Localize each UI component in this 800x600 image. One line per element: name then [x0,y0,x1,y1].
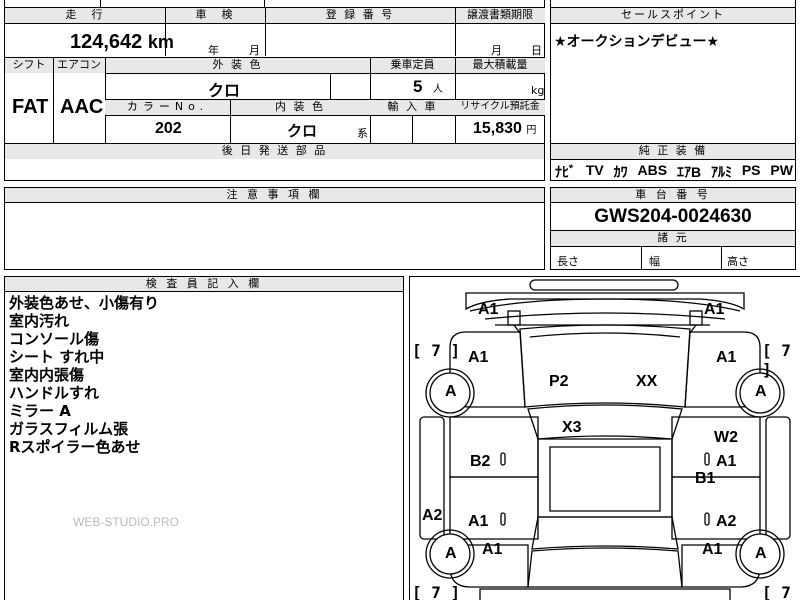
max-load-unit: kg [531,84,545,97]
mark-left-sill: A2 [422,507,443,524]
aircon-value: AAC [60,96,104,118]
wheel-front-right: A [755,383,767,400]
mark-right-front-fender: A1 [716,349,737,366]
equipment-label: 純 正 装 備 [551,144,795,159]
capacity-value: 5 [413,77,423,96]
note-line: 外装色あせ、小傷有り [9,294,160,312]
wheel-rear-right: A [755,545,767,562]
sales-point-label: セールスポイント [551,8,795,23]
equipment-item-pw: PW [770,162,793,178]
mark-front-right-corner: A1 [704,301,725,318]
transfer-day: 日 [531,44,542,57]
bracket-left-top: [ 7 ] [412,341,461,360]
mark-front-left-corner: A1 [478,301,499,318]
capacity-label: 乗車定員 [370,58,455,73]
note-line: シート すれ中 [9,348,105,366]
mark-roof: X3 [562,419,582,436]
aircon-label: エアコン [53,58,105,73]
mark-left-front-door: B2 [470,453,491,470]
mark-hood: P2 [549,373,569,390]
mark-right-rear-fender: A1 [702,541,723,558]
width-label: 幅 [649,255,660,268]
dimensions-label: 諸 元 [551,231,795,246]
later-parts-box [4,157,545,181]
height-label: 高さ [727,255,749,268]
vehicle-info-table: 走 行 車 検 登 録 番 号 譲渡書類期限 124,642 km 年 月 月 … [4,0,545,159]
color-no-value: 202 [155,120,182,137]
bracket-right-top: [ 7 ] [762,341,791,379]
recycle-unit: 円 [526,125,537,136]
wheel-rear-left: A [445,545,457,562]
inspection-label: 車 検 [165,8,265,23]
shift-value: FAT [12,96,49,118]
color-no-label: カラーNo. [105,100,230,115]
mileage-unit: km [147,32,174,52]
mark-right-rear-door: A2 [716,513,737,530]
inspection-month: 月 [249,44,260,57]
registration-label: 登 録 番 号 [265,8,455,23]
watermark: WEB-STUDIO.PRO [73,515,180,529]
caution-box: 注 意 事 項 欄 [4,187,545,270]
recycle-value: 15,830 [473,120,522,137]
equipment-item-ps: PS [741,162,761,178]
note-line: 室内汚れ [9,312,70,330]
mark-right-door-top: W2 [714,429,738,446]
interior-color-label: 内 装 色 [230,100,370,115]
inspector-notes-box: 検 査 員 記 入 欄 外装色あせ、小傷有り 室内汚れ コンソール傷 シート す… [4,276,404,600]
transfer-deadline-label: 譲渡書類期限 [455,8,545,23]
chassis-label: 車 台 番 号 [551,188,795,203]
note-line: ハンドルすれ [9,384,100,402]
shift-label: シフト [5,58,53,73]
interior-color-suffix: 系 [357,127,368,140]
equipment-item-abs: ABS [637,162,668,178]
chassis-number: GWS204-0024630 [594,206,752,227]
car-outline [419,279,791,600]
note-line: ガラスフィルム張 [9,420,129,438]
note-line: コンソール傷 [9,330,100,348]
transfer-month: 月 [491,44,502,57]
equipment-item-leather: ｶﾜ [613,164,628,180]
bracket-right-bottom: [ 7 ] [762,583,791,600]
mark-left-rear-door: A1 [468,513,489,530]
inspector-notes: 外装色あせ、小傷有り 室内汚れ コンソール傷 シート すれ中 室内内張傷 ハンド… [9,294,159,456]
equipment-item-tv: TV [585,162,604,178]
equipment-item-navi: ﾅﾋﾞ [555,164,576,180]
exterior-color-label: 外 装 色 [105,58,370,73]
mark-left-front-fender: A1 [468,349,489,366]
wheel-front-left: A [445,383,457,400]
mark-left-rear-fender: A1 [482,541,503,558]
note-line: Rスポイラー色あせ [9,438,141,456]
interior-color-value: クロ [287,123,318,140]
mileage-value: 124,642 [70,31,143,53]
note-line: 室内内張傷 [9,366,85,384]
note-line: ミラー A [9,402,71,420]
mark-hood-right: XX [636,373,658,390]
max-load-label: 最大積載量 [455,58,545,73]
inspection-year: 年 [208,44,219,57]
equipment-item-airbag: ｴｱB [676,164,702,180]
equipment-item-alloy: ｱﾙﾐ [710,164,732,180]
exterior-color-value: クロ [208,83,241,100]
recycle-label: リサイクル預託金 [455,100,545,115]
mileage-label: 走 行 [5,8,165,23]
mark-right-front-door: A1 [716,453,737,470]
capacity-unit: 人 [432,84,443,95]
equipment-list: ﾅﾋﾞ TV ｶﾜ ABS ｴｱB ｱﾙﾐ PS PW [555,162,793,182]
bracket-left-bottom: [ 7 ] [412,583,461,600]
damage-diagram: A1 A1 [ 7 ] [ 7 ] A1 A1 A A P2 XX X3 B2 … [409,276,800,600]
import-label: 輸 入 車 [370,100,455,115]
length-label: 長さ [557,255,579,268]
chassis-box: 車 台 番 号 GWS204-0024630 諸 元 長さ 幅 高さ [550,187,796,270]
sales-point-box: セールスポイント ★オークションデビュー★ 純 正 装 備 ﾅﾋﾞ TV ｶﾜ … [550,0,796,181]
caution-label: 注 意 事 項 欄 [5,188,544,203]
mark-right-front-door-b: B1 [695,470,716,487]
inspector-label: 検 査 員 記 入 欄 [5,277,403,292]
sales-point-text: ★オークションデビュー★ [554,34,720,50]
